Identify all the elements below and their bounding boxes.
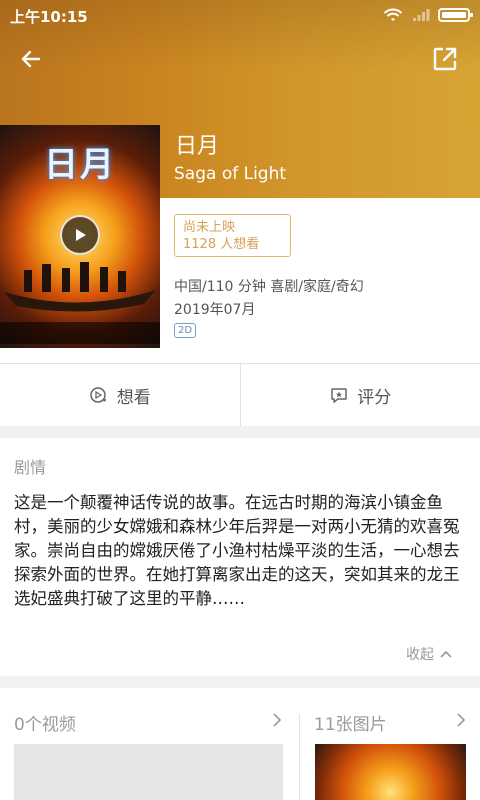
want-count: 1128 人想看 xyxy=(183,237,260,252)
chevron-right-icon xyxy=(457,713,466,727)
share-button[interactable] xyxy=(428,42,462,76)
movie-meta: 中国/110 分钟 喜剧/家庭/奇幻 xyxy=(174,279,364,295)
toolbar xyxy=(0,32,480,88)
release-status: 尚未上映 xyxy=(183,220,236,235)
movie-poster[interactable]: 日月 xyxy=(0,125,160,348)
format-tag: 2D xyxy=(174,323,197,338)
synopsis-heading: 剧情 xyxy=(14,458,47,477)
release-date: 2019年07月 xyxy=(174,302,256,318)
chevron-up-icon xyxy=(440,650,452,658)
photos-heading: 11张图片 xyxy=(314,715,387,735)
collapse-button[interactable]: 收起 xyxy=(406,644,452,664)
poster-boat-illustration xyxy=(4,262,156,312)
movie-detail-screen: 上午10:15 日月 日月 Saga of Light 尚未上映 1128 人想… xyxy=(0,0,480,800)
play-icon xyxy=(76,229,86,241)
movie-title-en: Saga of Light xyxy=(174,164,287,184)
poster-caption-bar xyxy=(0,322,160,344)
wifi-icon xyxy=(383,8,403,21)
status-icons xyxy=(382,7,473,23)
signal-icon xyxy=(413,9,430,21)
poster-title: 日月 xyxy=(44,145,116,185)
chevron-right-icon xyxy=(273,713,282,727)
movie-title-cn: 日月 xyxy=(175,134,220,159)
photos-column[interactable]: 11张图片 xyxy=(299,713,480,800)
want-to-see-label: 想看 xyxy=(116,387,151,408)
arrow-left-icon xyxy=(21,50,41,68)
release-status-badge: 尚未上映 1128 人想看 xyxy=(174,214,291,257)
rate-icon xyxy=(331,388,347,403)
videos-column[interactable]: 0个视频 xyxy=(0,688,298,800)
media-section: 0个视频 11张图片 xyxy=(0,688,480,800)
want-icon xyxy=(90,387,106,403)
synopsis-text: 这是一个颠覆神话传说的故事。在远古时期的海滨小镇金鱼村，美丽的少女嫦娥和森林少年… xyxy=(14,493,460,608)
play-trailer-button[interactable] xyxy=(60,215,100,255)
status-time: 上午10:15 xyxy=(10,8,88,26)
rate-label: 评分 xyxy=(357,387,392,408)
photo-thumbnail[interactable] xyxy=(315,744,466,800)
collapse-label: 收起 xyxy=(406,647,434,663)
back-button[interactable] xyxy=(14,42,48,76)
videos-heading: 0个视频 xyxy=(14,715,76,735)
action-row: 想看 评分 xyxy=(0,363,480,426)
want-to-see-button[interactable]: 想看 xyxy=(0,364,240,426)
status-bar: 上午10:15 xyxy=(0,0,480,32)
video-thumbnail-placeholder xyxy=(14,744,283,800)
rate-button[interactable]: 评分 xyxy=(239,364,480,426)
battery-icon xyxy=(438,8,473,22)
share-external-icon xyxy=(433,47,457,71)
synopsis-section: 剧情 这是一个颠覆神话传说的故事。在远古时期的海滨小镇金鱼村，美丽的少女嫦娥和森… xyxy=(0,438,480,676)
